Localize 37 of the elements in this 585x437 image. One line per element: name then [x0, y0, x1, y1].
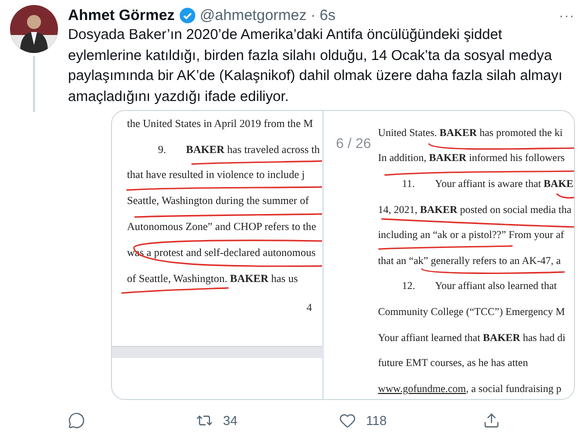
document-line: Your affiant learned that BAKER has had di	[378, 332, 566, 345]
paragraph-number: 12.	[402, 281, 416, 294]
pen-underline	[556, 193, 574, 199]
document-line: that have resulted in violence to include j	[127, 169, 305, 182]
document-line: In addition, BAKER informed his followers	[378, 153, 565, 166]
paragraph-number: 11.	[402, 178, 416, 191]
tweet-text: Dosyada Baker’ın 2020’de Amerika’daki Antifa öncülüğündeki şiddet eylemlerine katıldığı, birden fazla silahı olduğu, 14 Ocak’ta da sosyal medya paylaşımında bir AK’de (Kalaşnikof) dahil olmak üzere daha fazla silah almayı amaçladığını yazdığı ifade ediliyor.	[68, 26, 564, 106]
user-name[interactable]: Ahmet Görmez	[68, 7, 175, 24]
avatar[interactable]	[10, 5, 58, 53]
retweet-button[interactable]: 34	[196, 412, 339, 429]
document-line: including an “ak or a pistol??” From your af	[378, 230, 564, 242]
paragraph-number: 9.	[158, 144, 168, 156]
document-line: of Seattle, Washington. BAKER has us	[127, 272, 298, 285]
page-number: 4	[306, 302, 312, 314]
document-line: Autonomous Zone” and CHOP refers to the	[127, 221, 316, 234]
speech-bubble-icon	[68, 412, 85, 429]
document-line: BAKER has traveled across th	[186, 144, 320, 156]
document-line: Your affiant also learned that	[435, 281, 557, 294]
document-line: future EMT courses, as he has atten	[378, 358, 528, 370]
document-line: Seattle, Washington during the summer of	[127, 195, 309, 208]
document-line: the United States in April 2019 from the M	[127, 118, 313, 130]
more-button[interactable]: ···	[559, 8, 575, 23]
document-line: Your affiant is aware that BAKE	[435, 178, 574, 191]
like-button[interactable]: 118	[339, 412, 483, 429]
user-handle[interactable]: @ahmetgormez	[200, 7, 307, 24]
share-icon	[483, 412, 500, 429]
document-line: United States. BAKER has promoted the ki	[378, 128, 563, 140]
media-card[interactable]	[111, 110, 575, 400]
document-line: 14, 2021, BAKER posted on social media tha	[378, 204, 572, 217]
page-counter: 6 / 26	[336, 135, 372, 151]
separator: ·	[310, 7, 316, 24]
document-line: that an “ak” generally refers to an AK-47, a	[378, 256, 561, 268]
document-line: , a social fundraising p	[466, 384, 562, 396]
timestamp[interactable]: 6s	[320, 7, 336, 24]
link[interactable]: www.gofundme.com	[378, 384, 466, 396]
heart-icon	[339, 412, 356, 429]
document-line: Community College (“TCC”) Emergency M	[378, 306, 566, 319]
